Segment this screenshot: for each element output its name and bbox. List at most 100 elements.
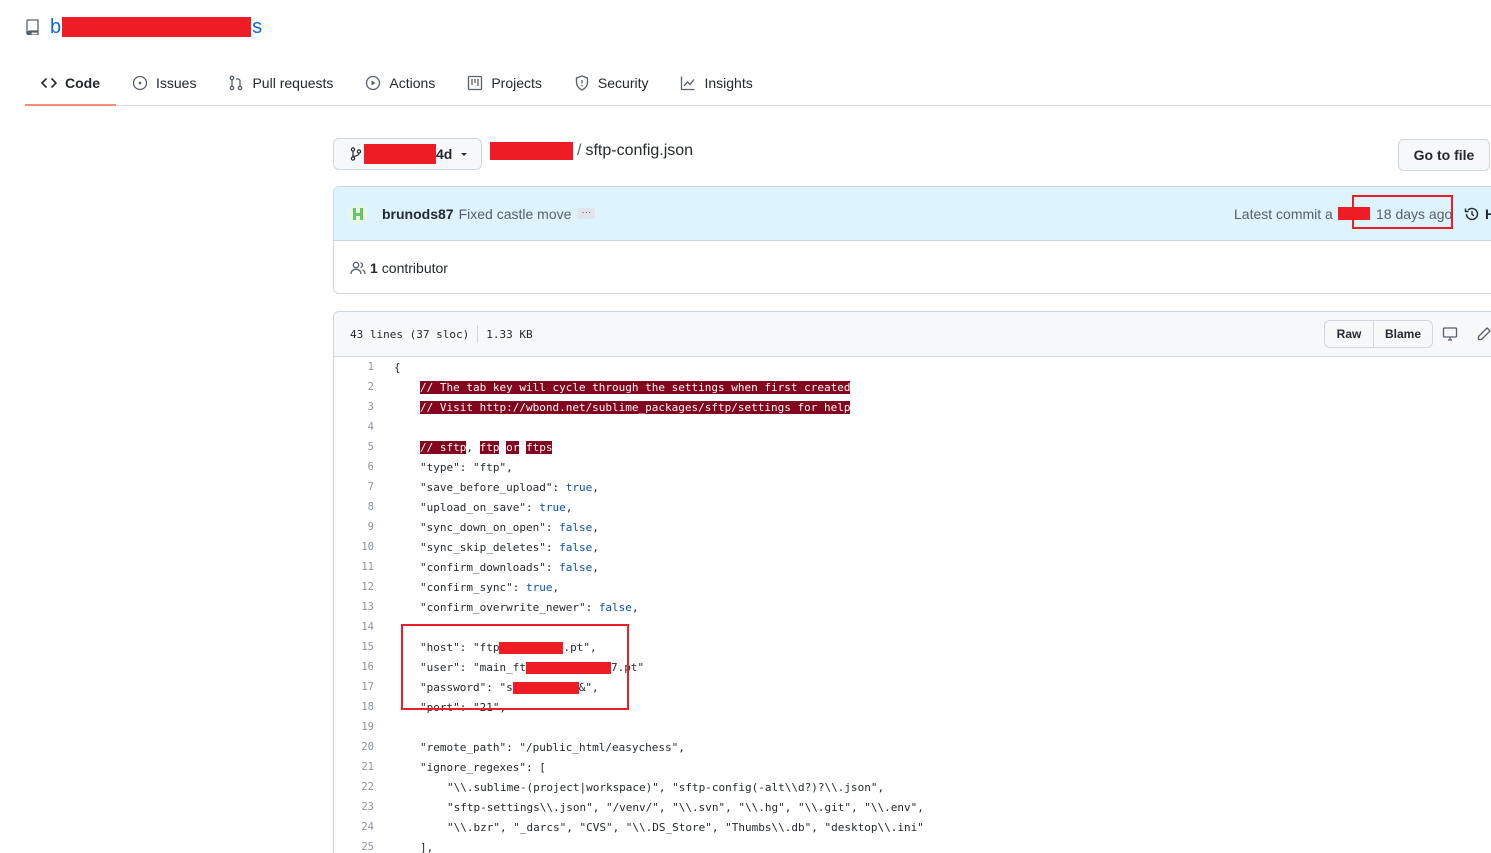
contributor-label[interactable]: contributor xyxy=(382,260,448,276)
code-line: 12 "confirm_sync": true, xyxy=(334,577,1491,597)
tab-projects-label: Projects xyxy=(491,74,542,91)
line-number[interactable]: 12 xyxy=(334,581,374,593)
line-number[interactable]: 14 xyxy=(334,621,374,633)
line-number[interactable]: 24 xyxy=(334,821,374,833)
line-number[interactable]: 2 xyxy=(334,381,374,393)
avatar[interactable] xyxy=(348,203,368,224)
code-literal: false xyxy=(559,520,593,534)
tab-actions-label: Actions xyxy=(389,74,436,91)
code-text: // sftp, ftp or ftps xyxy=(420,440,553,454)
desktop-icon[interactable] xyxy=(1442,326,1458,342)
code-punct: , xyxy=(466,440,480,454)
redacted-repo-link xyxy=(490,142,573,160)
pull-request-icon xyxy=(230,75,243,90)
breadcrumb-separator: / xyxy=(577,142,582,159)
code-text: "save_before_upload": true, xyxy=(420,481,599,494)
code-line: 10 "sync_skip_deletes": false, xyxy=(334,537,1491,557)
line-number[interactable]: 4 xyxy=(334,421,374,433)
blame-button[interactable]: Blame xyxy=(1374,320,1433,348)
contributors-row: 1 contributor xyxy=(334,241,1491,293)
file-header: 43 lines (37 sloc) 1.33 KB Raw Blame xyxy=(334,312,1491,357)
line-number[interactable]: 21 xyxy=(334,761,374,773)
line-number[interactable]: 3 xyxy=(334,401,374,413)
line-number[interactable]: 6 xyxy=(334,461,374,473)
tab-issues-label: Issues xyxy=(156,74,197,91)
tab-insights[interactable]: Insights xyxy=(664,60,768,105)
comment-text: // Visit http://wbond.net/sublime_packag… xyxy=(420,400,851,414)
go-to-file-button[interactable]: Go to file xyxy=(1398,139,1490,171)
line-number[interactable]: 18 xyxy=(334,701,374,713)
tab-code-label: Code xyxy=(65,74,100,91)
tab-actions[interactable]: Actions xyxy=(349,60,451,105)
repo-name-link[interactable]: s xyxy=(252,16,262,39)
line-number[interactable]: 5 xyxy=(334,441,374,453)
tab-projects[interactable]: Projects xyxy=(451,60,558,105)
code-line: 21 "ignore_regexes": [ xyxy=(334,757,1491,777)
code-text: ], xyxy=(420,840,434,853)
line-number[interactable]: 25 xyxy=(334,841,374,853)
line-number[interactable]: 23 xyxy=(334,801,374,813)
tab-security[interactable]: Security xyxy=(558,60,665,105)
line-number[interactable]: 9 xyxy=(334,521,374,533)
code-line: 1{ xyxy=(334,357,1491,377)
pencil-icon[interactable] xyxy=(1476,326,1491,342)
code-line: 6 "type": "ftp", xyxy=(334,457,1491,477)
code-punct: , xyxy=(592,560,599,574)
repo-icon xyxy=(26,19,39,35)
line-number[interactable]: 13 xyxy=(334,601,374,613)
line-number[interactable]: 1 xyxy=(334,361,374,373)
line-number[interactable]: 10 xyxy=(334,541,374,553)
line-number[interactable]: 19 xyxy=(334,721,374,733)
line-number[interactable]: 22 xyxy=(334,781,374,793)
line-number[interactable]: 7 xyxy=(334,481,374,493)
line-number[interactable]: 17 xyxy=(334,681,374,693)
code-text: { xyxy=(394,360,401,374)
code-literal: false xyxy=(559,560,593,574)
code-text: "ignore_regexes": [ xyxy=(420,760,546,774)
branch-icon xyxy=(350,147,362,161)
code-text: "sftp-settings\\.json", "/venv/", "\\.sv… xyxy=(447,800,924,814)
code-line: 24 "\\.bzr", "_darcs", "CVS", "\\.DS_Stor… xyxy=(334,817,1491,837)
line-number[interactable]: 20 xyxy=(334,741,374,753)
commit-expand-button[interactable]: … xyxy=(577,206,596,219)
branch-select-button[interactable]: 4d xyxy=(333,138,482,170)
code-line: 4 xyxy=(334,417,1491,437)
code-key: "sync_skip_deletes": xyxy=(420,540,560,554)
raw-button[interactable]: Raw xyxy=(1324,320,1374,348)
repo-nav: Code Issues Pull requests Actions Projec… xyxy=(25,60,1491,106)
code-key: "confirm_downloads": xyxy=(420,560,560,574)
repo-owner-link[interactable]: b xyxy=(50,16,61,39)
line-number[interactable]: 8 xyxy=(334,501,374,513)
branch-name-suffix: 4d xyxy=(436,146,453,162)
commit-author-link[interactable]: brunods87 xyxy=(382,206,454,222)
code-view: 1{ 2// The tab key will cycle through th… xyxy=(334,357,1491,853)
commit-box: brunods87 Fixed castle move … Latest com… xyxy=(333,186,1491,294)
code-line: 19 xyxy=(334,717,1491,737)
commit-message-link[interactable]: Fixed castle move xyxy=(459,206,572,222)
highlight-credentials xyxy=(401,624,629,710)
code-line: 25], xyxy=(334,837,1491,853)
code-text: // The tab key will cycle through the se… xyxy=(420,380,851,394)
comment-text: // The tab key will cycle through the se… xyxy=(420,380,851,394)
line-number[interactable]: 16 xyxy=(334,661,374,673)
line-number[interactable]: 15 xyxy=(334,641,374,653)
tab-code[interactable]: Code xyxy=(25,60,116,106)
comment-text: // sftp xyxy=(420,440,467,454)
contributor-count[interactable]: 1 xyxy=(370,260,378,276)
code-text: "sync_skip_deletes": false, xyxy=(420,541,599,554)
tab-issues[interactable]: Issues xyxy=(116,60,212,105)
code-key: "confirm_sync": xyxy=(420,580,526,594)
code-literal: true xyxy=(565,480,593,494)
code-literal: true xyxy=(539,500,566,514)
code-text: "\\.bzr", "_darcs", "CVS", "\\.DS_Store"… xyxy=(447,820,924,834)
code-icon xyxy=(41,77,57,88)
code-line: 9 "sync_down_on_open": false, xyxy=(334,517,1491,537)
code-line: 8 "upload_on_save": true, xyxy=(334,497,1491,517)
issue-icon xyxy=(132,75,148,90)
code-text: // Visit http://wbond.net/sublime_packag… xyxy=(420,400,851,414)
history-link[interactable]: H xyxy=(1464,206,1491,222)
file-info-divider xyxy=(477,325,479,343)
line-number[interactable]: 11 xyxy=(334,561,374,573)
tab-pull-requests[interactable]: Pull requests xyxy=(212,60,349,105)
code-text: "confirm_overwrite_newer": false, xyxy=(420,601,639,614)
